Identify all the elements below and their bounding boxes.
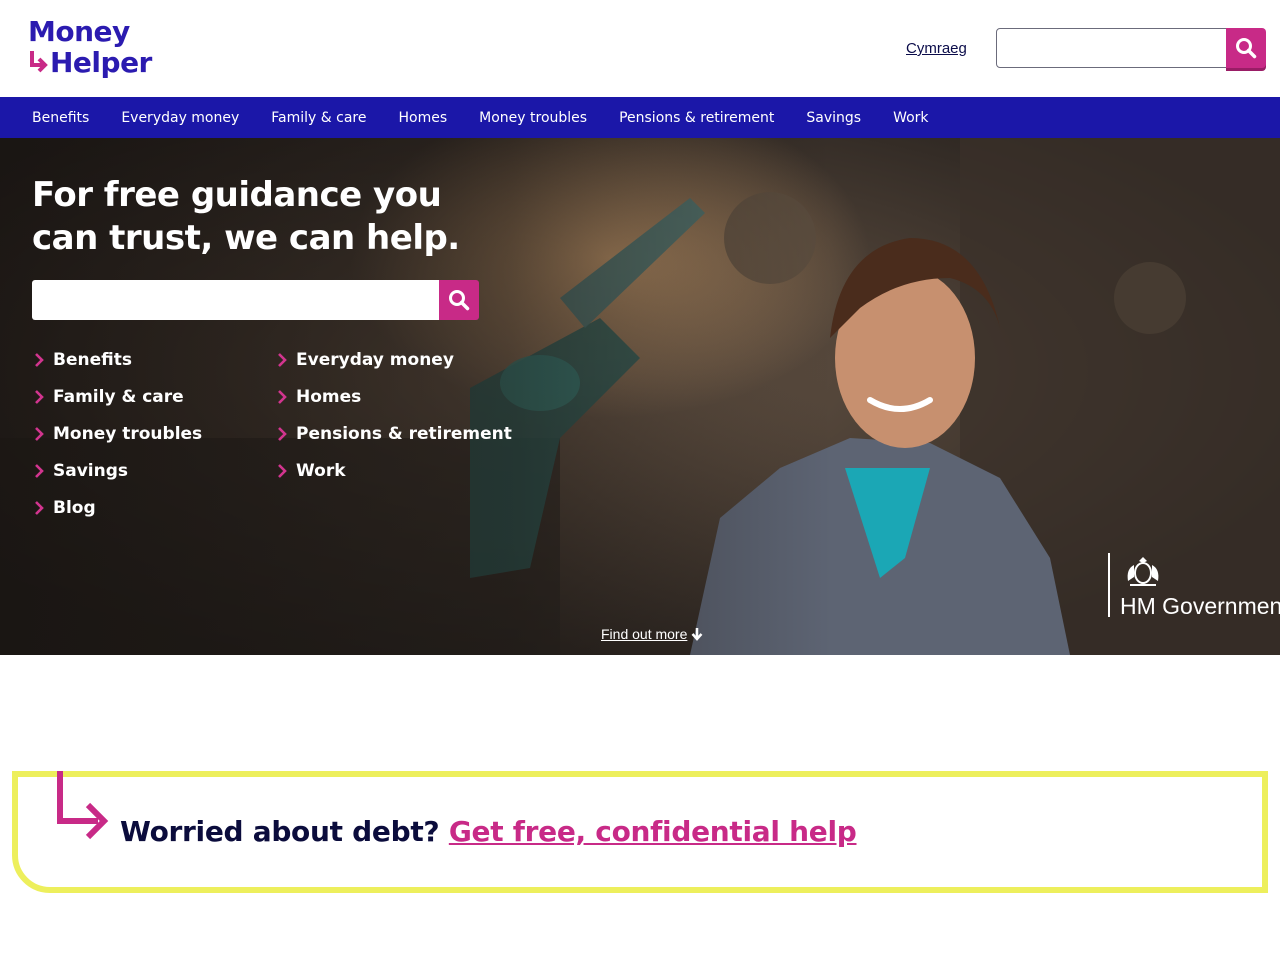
logo-line-helper: Helper (28, 47, 152, 78)
logo-arrow-icon (30, 50, 48, 72)
header-search (996, 28, 1266, 68)
hm-government-label: HM Government (1120, 593, 1280, 619)
hero-title: For free guidance you can trust, we can … (32, 175, 460, 258)
main-navigation: Benefits Everyday money Family & care Ho… (0, 97, 1280, 138)
chevron-right-icon (278, 427, 287, 441)
find-out-more-link[interactable]: Find out more (601, 626, 704, 642)
site-header: Money Helper Cymraeg (0, 0, 1280, 97)
hero-banner: For free guidance you can trust, we can … (0, 138, 1280, 655)
chevron-right-icon (35, 390, 44, 404)
nav-item-savings[interactable]: Savings (790, 110, 877, 126)
hero-link-label: Pensions & retirement (296, 424, 512, 444)
debt-question: Worried about debt? (120, 815, 440, 848)
hero-link-savings[interactable]: Savings (34, 461, 128, 481)
logo-text-money: Money (28, 15, 130, 48)
nav-item-money-troubles[interactable]: Money troubles (463, 110, 603, 126)
hero-link-label: Everyday money (296, 350, 454, 370)
hero-link-everyday-money[interactable]: Everyday money (277, 350, 454, 370)
hero-search-button[interactable] (439, 280, 479, 320)
hero-link-money-troubles[interactable]: Money troubles (34, 424, 202, 444)
logo-text-helper: Helper (50, 46, 152, 79)
chevron-right-icon (35, 353, 44, 367)
search-icon (449, 290, 470, 311)
hero-link-label: Work (296, 461, 346, 481)
arrow-down-icon (691, 628, 703, 641)
royal-crest-icon (1127, 557, 1159, 586)
debt-help-link[interactable]: Get free, confidential help (449, 815, 857, 848)
find-out-more-label: Find out more (601, 626, 688, 642)
hero-link-label: Savings (53, 461, 129, 481)
hero-link-family-care[interactable]: Family & care (34, 387, 184, 407)
debt-callout: Worried about debt? Get free, confidenti… (12, 771, 1268, 893)
chevron-right-icon (35, 427, 44, 441)
hero-link-label: Family & care (53, 387, 184, 407)
nav-item-pensions-retirement[interactable]: Pensions & retirement (603, 110, 790, 126)
language-switch-link[interactable]: Cymraeg (906, 40, 967, 57)
arrow-turn-right-icon (57, 771, 109, 840)
nav-item-homes[interactable]: Homes (383, 110, 464, 126)
hm-government-badge: HM Government (1108, 553, 1280, 619)
nav-item-benefits[interactable]: Benefits (16, 110, 105, 126)
hero-link-label: Money troubles (53, 424, 203, 444)
debt-callout-text: Worried about debt? Get free, confidenti… (120, 815, 857, 848)
hero-link-homes[interactable]: Homes (277, 387, 361, 407)
chevron-right-icon (278, 353, 287, 367)
hero-link-benefits[interactable]: Benefits (34, 350, 132, 370)
header-search-input[interactable] (996, 28, 1228, 68)
hero-search (32, 280, 479, 320)
hero-link-label: Homes (296, 387, 362, 407)
hero-link-label: Benefits (53, 350, 132, 370)
chevron-right-icon (278, 390, 287, 404)
hero-search-input[interactable] (32, 280, 440, 320)
nav-item-work[interactable]: Work (877, 110, 944, 126)
hero-link-work[interactable]: Work (277, 461, 346, 481)
chevron-right-icon (278, 464, 287, 478)
nav-item-everyday-money[interactable]: Everyday money (105, 110, 255, 126)
moneyhelper-logo[interactable]: Money Helper (28, 16, 152, 78)
nav-item-family-care[interactable]: Family & care (255, 110, 382, 126)
hero-link-blog[interactable]: Blog (34, 498, 96, 518)
chevron-right-icon (35, 501, 44, 515)
chevron-right-icon (35, 464, 44, 478)
hero-link-pensions-retirement[interactable]: Pensions & retirement (277, 424, 512, 444)
header-search-button[interactable] (1226, 28, 1266, 68)
hero-link-label: Blog (53, 498, 96, 518)
search-icon (1236, 38, 1257, 59)
